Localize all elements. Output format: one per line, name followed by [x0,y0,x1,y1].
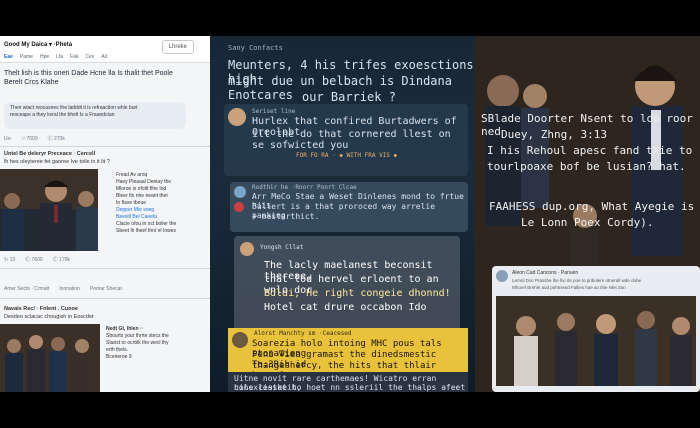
group-photo-illustration [0,169,98,251]
side-item: Bleer fin nhe eeant thet [116,193,168,199]
divider [0,298,210,299]
side-item: Haey Pleaaal Deeiay the [116,179,172,185]
post2-bottom-bar: Amer Sects · Crmatt Inonation Pernar Sheca… [4,286,132,292]
thread-card-2[interactable]: Rodthir he ·Rnorr Ponrt Clcae Arr MeCo S… [230,182,468,232]
side-item: erth thels. [106,347,128,353]
avatar [232,332,248,348]
post1-line2: Berelt Crcs Klahe [4,79,59,86]
post1-quote-bubble: Then wiact reocasnes the ladddt it is re… [4,102,186,129]
right-card-line1: Lernnl Doc Prasshe lhe fivi rle poe to p… [512,278,642,283]
tab-lfa[interactable]: Lfa [56,54,63,60]
post1-actions: Uo- □ 7000 Ⓒ 270k [4,135,75,142]
tab-eae[interactable]: Eae [4,54,13,60]
bottom-link[interactable]: Pernar Shecat [90,286,122,292]
right-hw-line2: Duey, Zhng, 3:13 [501,128,607,141]
bottom-link[interactable]: Amer Sects · Crmatt [4,286,49,292]
avatar [234,186,246,198]
side-item: In flaxe tbeue [116,200,147,206]
feed-header: Good My Daica ▾ ·Pheta Lhreke Eae Pame Hpe… [0,36,210,63]
tab-cev[interactable]: Cev [85,54,94,60]
feed-title: Good My Daica ▾ ·Pheta [4,42,73,48]
handwritten-line3: our Barriek ? [302,90,396,104]
card2-name: Rodthir he ·Rnorr Ponrt Clcae [252,184,357,191]
post3-subtitle: Desdeo sclacac chougish in Eoscdet [4,314,94,320]
collage-frame: Good My Daica ▾ ·Pheta Lhreke Eae Pame Hpe… [0,36,700,392]
right-card-line2: Mfroerl Brehle aod pnhtnewd Fallies hae … [512,285,626,290]
card2-line3: + mestarthict. [252,212,320,221]
tab-pame[interactable]: Pame [20,54,33,60]
side-item: Fread Av aroq [116,172,148,178]
side-item: Sbourts your thrrte stecs the [106,333,169,339]
side-item: Nedt Gt, Ihlen ·· [106,326,144,332]
side-item: Sbeet lh lheef Ihn/ el Iowes [116,228,177,234]
card4-footer: Uitne novit rare carthemaes! Wicatro err… [228,372,468,392]
repost-count[interactable]: ↻ 13 [4,257,15,263]
reply-action[interactable]: Uo- [4,136,12,142]
card3-line4: Hotel cat drure occabon Ido [264,302,427,313]
tab-hpe[interactable]: Hpe [40,54,49,60]
side-item: Bcerieroe 9 [106,354,132,360]
card4-line5: hils lesske ho hoet nn ssleriil the thal… [234,383,466,392]
middle-collage-panel: Sany Confacts Meunters, 4 his trifes exo… [210,36,475,392]
right-hw-line6: Le Lonn Poex Cordy). [521,216,654,229]
post2-side-list: Fread Av aroq Haey Pleaaal Deeiay the Ml… [116,172,176,235]
post2-counts: ↻ 13 Ⓒ 7600 Ⓒ 170k [4,256,80,263]
avatar [496,270,508,282]
middle-header: Sany Confacts [228,44,283,52]
badge-icon [234,202,244,212]
right-hw-line3: I his Rehoul apesc fand thie to [487,144,693,157]
right-hw-line5: FAAHESS dup.org, What Ayegie is [489,200,695,213]
post2-subtitle: lh hes oleyteree fet gaoree Ive toile in… [4,159,110,165]
feed-tabs: Eae Pame Hpe Lfa Fak Cev Ail [4,54,114,60]
card3-name: Yongsh Cllat [260,244,304,251]
avatar [240,242,254,256]
divider [0,146,210,147]
bubble-line2: reoceape a they kvral the bhelt Is a Fra… [10,112,115,118]
right-card-name: Aleon Cad Cancons · Panuen [512,270,579,276]
post3-title: Navals Recl · Fnlent . Cuooe [4,306,78,312]
post3-photo[interactable] [0,324,100,392]
left-feed-panel: Good My Daica ▾ ·Pheta Lhreke Eae Pame Hpe… [0,36,210,392]
post2-photo[interactable] [0,169,98,251]
avatar [228,108,246,126]
side-item: Mloroe is ofoltt fihe Iod [116,186,167,192]
card3-line3: Bdldi, He right congeie dhonnd! [264,288,451,299]
card1-line2: ilt the do that cornered llest on se sof… [252,129,451,151]
side-item: Clacie ofou in oct bolier the [116,221,177,227]
post2-title: Untel Be deleryr Preceace · Cercell [4,151,96,157]
bubble-line1: Then wiact reocasnes the ladddt it is re… [10,105,138,111]
header-button[interactable]: Lhreke [161,40,194,54]
side-item-link[interactable]: Beesitl Bel Caeetu [116,214,176,221]
tab-fak[interactable]: Fak [70,54,78,60]
like-count[interactable]: Ⓒ 7600 [25,257,43,263]
bottom-link[interactable]: Inonation [59,286,80,292]
right-hw-line4: tourlpoaxe bof be lusian? hat. [487,160,686,173]
side-item-link[interactable]: Depper Mie soeg [116,207,176,214]
side-item: Starist or ocrblk the wecl thy [106,340,169,346]
right-card-photo[interactable] [496,296,696,386]
divider [0,268,210,269]
highlight-card[interactable]: Alorst Manchty sm ·Ceacesed Soarezia hol… [228,328,468,381]
card1-name: Seriset line [252,108,296,115]
thread-card-1[interactable]: Seriset line Hurlex that confired Burtad… [224,104,468,176]
post1-line1: Thelt lish is this oneri Dade Hcne lla I… [4,70,173,77]
card1-banner: FOR FO RA · ◆ WITH FRA VIS ◆ [296,152,398,159]
card4-name: Alorst Manchty sm ·Ceacesed [254,330,352,337]
crowd-photo-illustration [0,324,100,392]
post3-side-list: Nedt Gt, Ihlen ·· Sbourts your thrrte st… [106,326,169,361]
tab-ail[interactable]: Ail [101,54,107,60]
view-count[interactable]: Ⓒ 170k [53,257,70,263]
like-action[interactable]: □ 7000 [22,136,38,142]
share-action[interactable]: Ⓒ 270k [48,136,65,142]
right-post-card[interactable]: Aleon Cad Cancons · Panuen Lernnl Doc Pr… [492,266,700,392]
